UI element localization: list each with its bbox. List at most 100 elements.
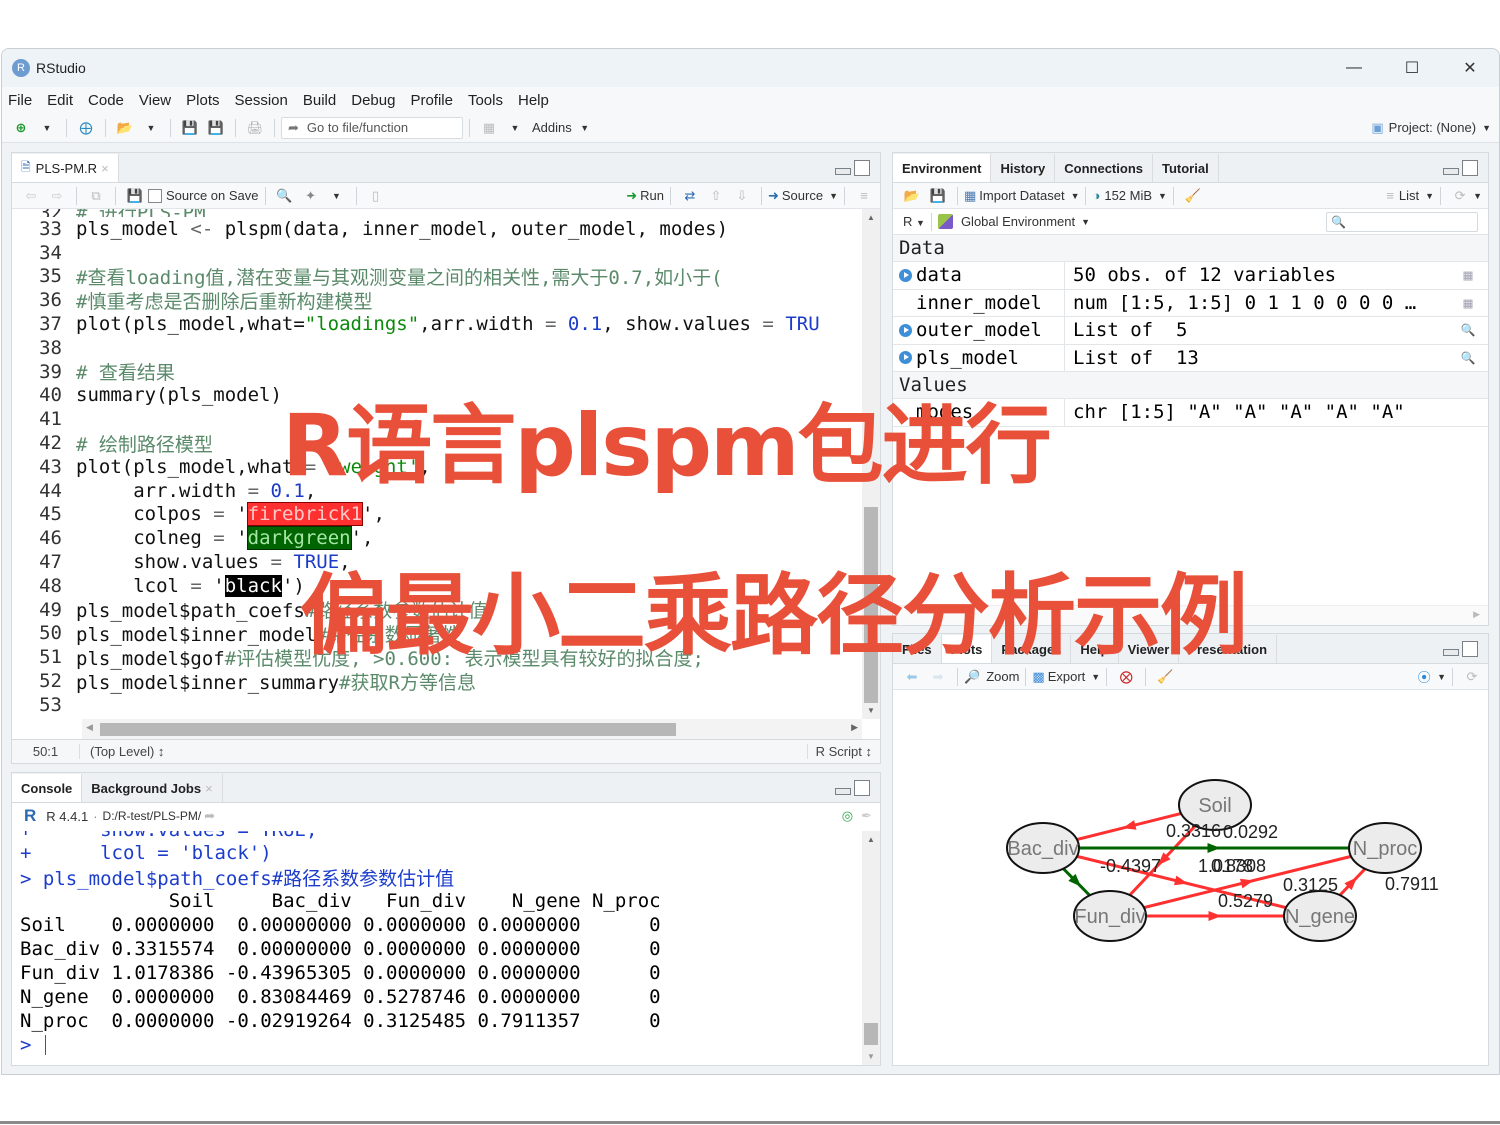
next-plot-icon[interactable]: ➡ bbox=[928, 667, 948, 687]
goto-file-input[interactable]: ➦ Go to file/function bbox=[281, 116, 463, 139]
menu-help[interactable]: Help bbox=[518, 92, 549, 109]
menu-code[interactable]: Code bbox=[88, 92, 124, 109]
scope-selector[interactable]: (Top Level) ↕ bbox=[80, 744, 164, 759]
source-button[interactable]: ➜ Source ▼ bbox=[768, 188, 838, 204]
tab-history[interactable]: History bbox=[991, 154, 1056, 182]
code-editor[interactable]: 32 # 进行PLS-PM 33 pls_model <- plspm(data,… bbox=[12, 209, 862, 719]
remove-plot-icon[interactable]: ⨂ bbox=[1116, 667, 1136, 687]
memory-usage-button[interactable]: ◑ 152 MiB ▼ bbox=[1092, 188, 1166, 203]
code-line[interactable]: 52 pls_model$inner_summary#获取R方等信息 bbox=[12, 669, 862, 694]
working-directory[interactable]: D:/R-test/PLS-PM/ bbox=[103, 809, 202, 823]
previous-plot-icon[interactable]: ⬅ bbox=[902, 667, 922, 687]
back-icon[interactable]: ⇦ bbox=[21, 186, 41, 206]
inspect-icon[interactable]: 🔍 bbox=[1448, 351, 1488, 365]
code-line[interactable]: 36 #慎重考虑是否删除后重新构建模型 bbox=[12, 288, 862, 313]
tab-viewer[interactable]: Viewer bbox=[1119, 635, 1180, 663]
close-tab-icon[interactable]: × bbox=[101, 161, 109, 176]
view-table-icon[interactable]: ▦ bbox=[1448, 266, 1488, 284]
code-line[interactable]: 53 bbox=[12, 693, 862, 717]
console-output[interactable]: + show.values = TRUE,+ lcol = 'black') > … bbox=[12, 831, 862, 1065]
print-icon[interactable]: 🖨 bbox=[245, 118, 265, 138]
console-cursor[interactable] bbox=[44, 1035, 46, 1055]
go-up-icon[interactable]: ⇧ bbox=[706, 186, 726, 206]
tab-help[interactable]: Help bbox=[1071, 635, 1119, 663]
inspect-icon[interactable]: 🔍 bbox=[1448, 323, 1488, 337]
expand-icon[interactable] bbox=[899, 323, 912, 337]
code-line[interactable]: 34 bbox=[12, 241, 862, 265]
menu-view[interactable]: View bbox=[139, 92, 171, 109]
maximize-pane-button[interactable] bbox=[854, 160, 870, 176]
code-line[interactable]: 46 colneg = 'darkgreen', bbox=[12, 526, 862, 551]
tab-tutorial[interactable]: Tutorial bbox=[1153, 154, 1219, 182]
new-file-icon[interactable]: ⊕ bbox=[11, 118, 31, 138]
code-line[interactable]: 48 lcol = 'black') bbox=[12, 574, 862, 598]
code-line[interactable]: 42 # 绘制路径模型 bbox=[12, 431, 862, 456]
tab-packages[interactable]: Packages bbox=[992, 635, 1072, 663]
tab-pls-pm-r[interactable]: 🗎 PLS-PM.R × bbox=[12, 154, 119, 182]
scope-selector[interactable]: Global Environment ▼ bbox=[937, 214, 1090, 229]
outline-icon[interactable]: ≡ bbox=[854, 186, 874, 206]
minimize-pane-button[interactable] bbox=[835, 168, 851, 175]
maximize-pane-button[interactable] bbox=[1462, 641, 1478, 657]
compile-report-icon[interactable]: ▯ bbox=[366, 186, 386, 206]
addins-menu[interactable]: Addins bbox=[532, 120, 572, 135]
new-project-icon[interactable]: ⨁ bbox=[76, 118, 96, 138]
code-line[interactable]: 45 colpos = 'firebrick1', bbox=[12, 502, 862, 527]
maximize-pane-button[interactable] bbox=[1462, 160, 1478, 176]
code-line[interactable]: 39 # 查看结果 bbox=[12, 360, 862, 385]
minimize-pane-button[interactable] bbox=[1443, 649, 1459, 656]
tab-presentation[interactable]: Presentation bbox=[1179, 635, 1278, 663]
maximize-pane-button[interactable] bbox=[854, 780, 870, 796]
close-button[interactable]: ✕ bbox=[1441, 49, 1499, 87]
editor-vertical-scrollbar[interactable]: ▲ ▼ bbox=[862, 209, 880, 719]
view-table-icon[interactable]: ▦ bbox=[1448, 294, 1488, 312]
code-line[interactable]: 40 summary(pls_model) bbox=[12, 384, 862, 408]
clear-all-plots-icon[interactable]: 🧹 bbox=[1155, 667, 1175, 687]
dropdown-icon[interactable]: ▼ bbox=[1473, 191, 1482, 201]
code-line[interactable]: 50 pls_model$inner_model#路径系数显著性 bbox=[12, 622, 862, 646]
dropdown-icon[interactable]: ▼ bbox=[37, 118, 57, 138]
env-row[interactable]: modes chr [1:5] "A" "A" "A" "A" "A" bbox=[893, 399, 1488, 427]
broom-clear-icon[interactable]: 🧹 bbox=[1183, 186, 1203, 206]
dropdown-icon[interactable]: ▼ bbox=[327, 186, 347, 206]
code-line[interactable]: 51 pls_model$gof#评估模型优度, >0.600: 表示模型具有较好… bbox=[12, 645, 862, 670]
menu-file[interactable]: File bbox=[8, 92, 32, 109]
tab-background-jobs[interactable]: Background Jobs × bbox=[82, 774, 223, 802]
dropdown-icon[interactable]: ▼ bbox=[505, 118, 525, 138]
minimize-button[interactable]: — bbox=[1325, 49, 1383, 87]
save-all-icon[interactable]: 💾 bbox=[206, 118, 226, 138]
env-row[interactable]: data 50 obs. of 12 variables ▦ bbox=[893, 262, 1488, 290]
code-line[interactable]: 43 plot(pls_model,what = 'weight', bbox=[12, 455, 862, 479]
forward-icon[interactable]: ⇨ bbox=[47, 186, 67, 206]
source-on-save-checkbox[interactable] bbox=[148, 188, 162, 203]
run-button[interactable]: ➜ Run bbox=[626, 188, 664, 204]
menu-profile[interactable]: Profile bbox=[410, 92, 453, 109]
rerun-icon[interactable]: ⇄ bbox=[680, 186, 700, 206]
go-down-icon[interactable]: ⇩ bbox=[732, 186, 752, 206]
environment-horizontal-scrollbar[interactable]: ▶ bbox=[893, 605, 1488, 625]
tab-connections[interactable]: Connections bbox=[1055, 154, 1153, 182]
menu-debug[interactable]: Debug bbox=[351, 92, 395, 109]
tab-plots[interactable]: Plots bbox=[941, 635, 993, 663]
save-icon[interactable]: 💾 bbox=[180, 118, 200, 138]
editor-horizontal-scrollbar[interactable]: ◀ ▶ bbox=[82, 719, 862, 739]
env-row[interactable]: outer_model List of 5 🔍 bbox=[893, 317, 1488, 345]
export-button[interactable]: ▩ Export ▼ bbox=[1032, 669, 1100, 685]
dropdown-icon[interactable]: ▼ bbox=[1437, 672, 1446, 682]
code-line[interactable]: 49 pls_model$path_coefs#路径系数参数估计值 bbox=[12, 598, 862, 623]
code-line[interactable]: 44 arr.width = 0.1, bbox=[12, 479, 862, 503]
expand-icon[interactable] bbox=[899, 351, 912, 365]
console-vertical-scrollbar[interactable]: ▲ ▼ bbox=[862, 831, 880, 1065]
code-line[interactable]: 37 plot(pls_model,what="loadings",arr.wid… bbox=[12, 312, 862, 336]
code-line[interactable]: 47 show.values = TRUE, bbox=[12, 550, 862, 574]
open-file-icon[interactable]: 📂 bbox=[115, 118, 135, 138]
code-line[interactable]: 33 pls_model <- plspm(data, inner_model, … bbox=[12, 217, 862, 241]
import-dataset-button[interactable]: ▦ Import Dataset ▼ bbox=[964, 188, 1079, 204]
env-row[interactable]: pls_model List of 13 🔍 bbox=[893, 344, 1488, 372]
tab-files[interactable]: Files bbox=[893, 635, 942, 663]
show-in-window-icon[interactable]: ⧉ bbox=[86, 186, 106, 206]
load-workspace-icon[interactable]: 📂 bbox=[902, 186, 922, 206]
search-icon[interactable]: 🔍 bbox=[275, 186, 295, 206]
grid-layout-icon[interactable]: ▦ bbox=[479, 118, 499, 138]
maximize-button[interactable]: ☐ bbox=[1383, 49, 1441, 87]
